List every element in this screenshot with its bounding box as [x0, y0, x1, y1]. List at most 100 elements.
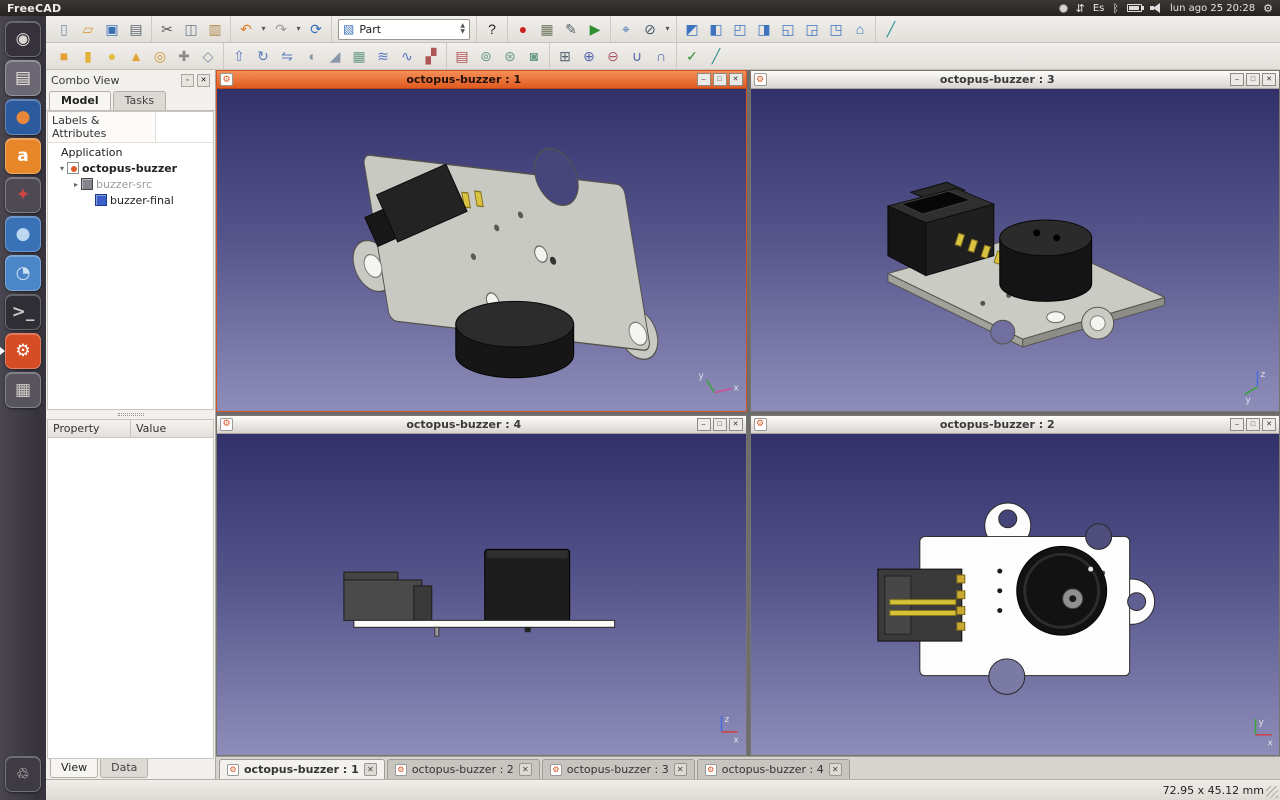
part-fillet[interactable]: ◖	[299, 44, 323, 68]
trash[interactable]: ♲	[5, 756, 41, 792]
macro-record[interactable]: ●	[511, 17, 535, 41]
clock[interactable]: lun ago 25 20:28	[1170, 3, 1255, 14]
measure-distance[interactable]: ╱	[879, 17, 903, 41]
panel-splitter[interactable]	[46, 410, 215, 419]
minimize-button[interactable]: –	[697, 73, 711, 86]
fit-all[interactable]: ⌖	[614, 17, 638, 41]
freecad[interactable]: ⚙	[5, 333, 41, 369]
part-union[interactable]: ∪	[625, 44, 649, 68]
macro-open[interactable]: ▦	[535, 17, 559, 41]
part-revolve[interactable]: ↻	[251, 44, 275, 68]
files[interactable]: ▤	[5, 60, 41, 96]
tree-item[interactable]: buzzer-final	[48, 192, 213, 208]
undo[interactable]: ↶	[234, 17, 258, 41]
part-cone[interactable]: ▲	[124, 44, 148, 68]
resize-grip[interactable]	[1266, 786, 1278, 798]
close-button[interactable]: ✕	[1262, 418, 1276, 431]
tree-column-header[interactable]: Labels & Attributes	[48, 112, 156, 142]
close-panel-button[interactable]: ✕	[197, 74, 210, 87]
panel-titlebar[interactable]: Combo View ▫ ✕	[46, 70, 215, 90]
part-sweep[interactable]: ∿	[395, 44, 419, 68]
mdi-tab[interactable]: ⚙ octopus-buzzer : 4 ✕	[697, 759, 850, 779]
tree-item[interactable]: Application	[48, 144, 213, 160]
part-section[interactable]: ▞	[419, 44, 443, 68]
volume-icon[interactable]	[1150, 3, 1162, 13]
connector[interactable]	[344, 572, 432, 620]
property-column-header[interactable]: Property	[48, 420, 131, 437]
viewport-titlebar[interactable]: ⚙ octopus-buzzer : 2 – □ ✕	[751, 416, 1280, 434]
firefox[interactable]: ●	[5, 99, 41, 135]
part-offset-2d[interactable]: ⊛	[498, 44, 522, 68]
tab-tasks[interactable]: Tasks	[113, 91, 166, 110]
whats-this[interactable]: ?	[480, 17, 504, 41]
part-box[interactable]: ■	[52, 44, 76, 68]
terminal[interactable]: >_	[5, 294, 41, 330]
mdi-tab[interactable]: ⚙ octopus-buzzer : 3 ✕	[542, 759, 695, 779]
close-button[interactable]: ✕	[729, 418, 743, 431]
viewport-titlebar[interactable]: ⚙ octopus-buzzer : 1 – □ ✕	[217, 71, 746, 89]
view-home[interactable]: ⌂	[848, 17, 872, 41]
draw-style[interactable]: ⊘	[638, 17, 662, 41]
part-sphere[interactable]: ●	[100, 44, 124, 68]
view-axonometric[interactable]: ◩	[680, 17, 704, 41]
macro-edit[interactable]: ✎	[559, 17, 583, 41]
refresh[interactable]: ⟳	[304, 17, 328, 41]
part-ruled-surface[interactable]: ▦	[347, 44, 371, 68]
part-intersection[interactable]: ∩	[649, 44, 673, 68]
viewport-titlebar[interactable]: ⚙ octopus-buzzer : 4 – □ ✕	[217, 416, 746, 434]
part-mirror[interactable]: ⇋	[275, 44, 299, 68]
view-front[interactable]: ◧	[704, 17, 728, 41]
view-left[interactable]: ◳	[824, 17, 848, 41]
workspace-switcher[interactable]: ▦	[5, 372, 41, 408]
part-cylinder[interactable]: ▮	[76, 44, 100, 68]
part-check-geometry[interactable]: ✓	[680, 44, 704, 68]
part-torus[interactable]: ◎	[148, 44, 172, 68]
copy[interactable]: ◫	[179, 17, 203, 41]
part-compound[interactable]: ⊞	[553, 44, 577, 68]
save-document[interactable]: ▣	[100, 17, 124, 41]
draw-style-menu[interactable]: ▾	[662, 17, 673, 41]
restore-button[interactable]: □	[1246, 73, 1260, 86]
tab-data[interactable]: Data	[100, 759, 148, 778]
minimize-button[interactable]: –	[697, 418, 711, 431]
close-tab-icon[interactable]: ✕	[519, 763, 532, 776]
software-center[interactable]: ●	[5, 216, 41, 252]
expander-icon[interactable]: ▸	[71, 180, 81, 189]
session-menu-icon[interactable]: ⚙	[1263, 3, 1273, 14]
float-panel-button[interactable]: ▫	[181, 74, 194, 87]
macro-execute[interactable]: ▶	[583, 17, 607, 41]
battery-icon[interactable]	[1127, 4, 1142, 12]
restore-button[interactable]: □	[713, 418, 727, 431]
view-rear[interactable]: ◱	[776, 17, 800, 41]
network-indicator-icon[interactable]: ⇵	[1076, 3, 1085, 14]
connector[interactable]	[877, 569, 964, 641]
tab-model[interactable]: Model	[49, 91, 111, 110]
pcb-board[interactable]	[354, 620, 615, 636]
cut[interactable]: ✂	[155, 17, 179, 41]
paste[interactable]: ▥	[203, 17, 227, 41]
keyboard-layout-indicator[interactable]: Es	[1093, 3, 1105, 14]
buzzer[interactable]	[456, 301, 574, 377]
part-shape-builder[interactable]: ◇	[196, 44, 220, 68]
part-create-primitives[interactable]: ✚	[172, 44, 196, 68]
part-offset[interactable]: ⊚	[474, 44, 498, 68]
view-bottom[interactable]: ◲	[800, 17, 824, 41]
3d-viewport[interactable]: x y	[217, 89, 746, 411]
view-right[interactable]: ◨	[752, 17, 776, 41]
bluetooth-icon[interactable]: ᛒ	[1112, 3, 1119, 14]
tab-view[interactable]: View	[50, 759, 98, 778]
part-thickness[interactable]: ◙	[522, 44, 546, 68]
restore-button[interactable]: □	[713, 73, 727, 86]
mdi-tab[interactable]: ⚙ octopus-buzzer : 1 ✕	[219, 759, 385, 779]
mdi-tab[interactable]: ⚙ octopus-buzzer : 2 ✕	[387, 759, 540, 779]
minimize-button[interactable]: –	[1230, 73, 1244, 86]
open-document[interactable]: ▱	[76, 17, 100, 41]
close-tab-icon[interactable]: ✕	[364, 763, 377, 776]
close-button[interactable]: ✕	[729, 73, 743, 86]
viewport-titlebar[interactable]: ⚙ octopus-buzzer : 3 – □ ✕	[751, 71, 1280, 89]
3d-viewport[interactable]: z x	[217, 434, 746, 756]
buzzer[interactable]	[1016, 546, 1106, 635]
minimize-button[interactable]: –	[1230, 418, 1244, 431]
amazon[interactable]: a	[5, 138, 41, 174]
part-cut[interactable]: ⊖	[601, 44, 625, 68]
